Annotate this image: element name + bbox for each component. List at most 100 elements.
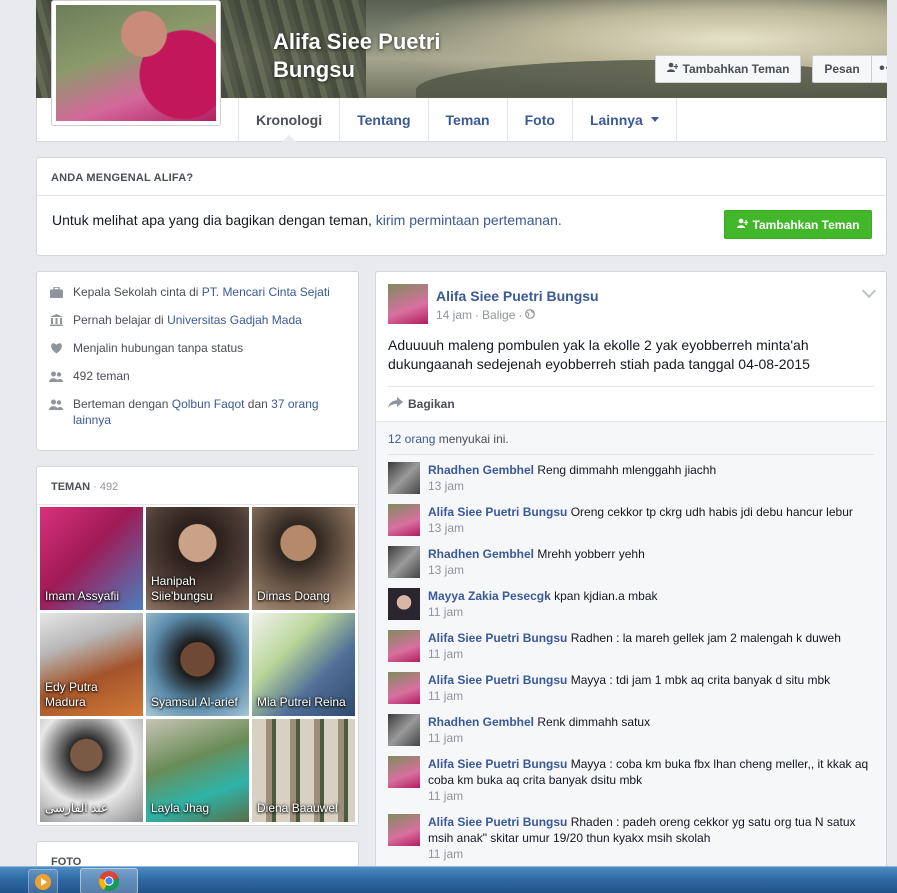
comment-author[interactable]: Mayya Zakia Pesecgk	[428, 589, 551, 603]
friend-tile[interactable]: Dimas Doang	[252, 507, 355, 610]
heart-icon	[49, 341, 63, 355]
add-friend-button[interactable]: Tambahkan Teman	[655, 55, 801, 83]
comment-avatar[interactable]	[388, 504, 420, 536]
mutual-friend-link[interactable]: Qolbun Faqot	[172, 397, 245, 411]
post-text: Aduuuuh maleng pombulen yak la ekolle 2 …	[388, 337, 810, 372]
likes-summary: 12 orang menyukai ini.	[388, 432, 509, 446]
chrome-icon[interactable]	[80, 868, 138, 893]
intro-friends-count-text: 492 teman	[73, 369, 130, 383]
add-friend-green-button[interactable]: Tambahkan Teman	[724, 210, 872, 239]
windows-taskbar	[0, 866, 897, 893]
comment-time[interactable]: 13 jam	[428, 478, 874, 494]
likes-suffix: menyukai ini.	[435, 432, 509, 446]
likes-people-link[interactable]: 12 orang	[388, 432, 435, 446]
comment-author[interactable]: Rhadhen Gembhel	[428, 547, 534, 561]
tab-lainnya[interactable]: Lainnya	[573, 98, 677, 141]
comment-avatar[interactable]	[388, 672, 420, 704]
tab-teman[interactable]: Teman	[429, 98, 508, 141]
school-icon	[49, 313, 63, 327]
comment-avatar[interactable]	[388, 630, 420, 662]
comment-time[interactable]: 13 jam	[428, 562, 874, 578]
divider	[37, 504, 358, 505]
comment: Mayya Zakia Pesecgk kpan kjdian.a mbak 11…	[388, 588, 874, 630]
comment-author[interactable]: Rhadhen Gembhel	[428, 463, 534, 477]
add-friend-icon	[666, 62, 679, 76]
friend-tile[interactable]: Hanipah Siie'bungsu	[146, 507, 249, 610]
briefcase-icon	[49, 285, 63, 299]
more-options-button[interactable]: •••	[871, 55, 887, 83]
friend-name: Diena Baauwel	[257, 801, 338, 815]
comment-time[interactable]: 11 jam	[428, 688, 874, 704]
friend-tile[interactable]: عبد الفارسى	[40, 719, 143, 822]
globe-icon[interactable]	[525, 308, 536, 322]
friend-name: Imam Assyafii	[45, 589, 120, 603]
friend-tile[interactable]: Imam Assyafii	[40, 507, 143, 610]
comment-avatar[interactable]	[388, 814, 420, 846]
comment-author[interactable]: Rhadhen Gembhel	[428, 715, 534, 729]
tab-kronologi[interactable]: Kronologi	[239, 98, 341, 142]
comment-avatar[interactable]	[388, 462, 420, 494]
intro-work-prefix: Kepala Sekolah cinta di	[73, 285, 202, 299]
comment-text: Renk dimmahh satux	[537, 715, 651, 729]
comment-author[interactable]: Alifa Siee Puetri Bungsu	[428, 631, 567, 645]
mutual-friends-icon	[49, 397, 63, 411]
comment-time[interactable]: 11 jam	[428, 846, 874, 862]
tab-tentang[interactable]: Tentang	[340, 98, 429, 141]
friend-tile[interactable]: Diena Baauwel	[252, 719, 355, 822]
profile-picture[interactable]	[51, 0, 221, 126]
comment-avatar[interactable]	[388, 588, 420, 620]
know-prompt-card: ANDA MENGENAL ALIFA? Untuk melihat apa y…	[36, 157, 887, 256]
send-friend-request-link[interactable]: kirim permintaan pertemanan.	[376, 212, 562, 228]
post-options-chevron-icon[interactable]	[861, 283, 877, 299]
post-author-name[interactable]: Alifa Siee Puetri Bungsu	[436, 288, 599, 304]
comment-author[interactable]: Alifa Siee Puetri Bungsu	[428, 505, 567, 519]
media-player-icon[interactable]	[28, 869, 58, 893]
chevron-down-icon	[650, 117, 659, 122]
workplace-link[interactable]: PT. Mencari Cinta Sejati	[202, 285, 330, 299]
post-author-avatar[interactable]	[388, 284, 428, 324]
comment-time[interactable]: 11 jam	[428, 646, 874, 662]
comment-text: Oreng cekkor tp ckrg udh habis jdi debu …	[570, 505, 853, 519]
comment-text: kpan kjdian.a mbak	[554, 589, 658, 603]
meta-separator: ·	[475, 308, 480, 322]
friend-tile[interactable]: Mia Putrei Reina	[252, 613, 355, 716]
comment-author[interactable]: Alifa Siee Puetri Bungsu	[428, 757, 567, 771]
know-prompt-title: ANDA MENGENAL ALIFA?	[51, 172, 194, 184]
intro-mutual-prefix: Berteman dengan	[73, 397, 172, 411]
tab-foto[interactable]: Foto	[508, 98, 573, 141]
profile-name[interactable]: Alifa Siee Puetri Bungsu	[273, 28, 493, 84]
friend-tile[interactable]: Edy Putra Madura	[40, 613, 143, 716]
intro-work: Kepala Sekolah cinta di PT. Mencari Cint…	[49, 284, 346, 300]
share-button[interactable]: Bagikan	[388, 396, 455, 412]
know-prompt-text: Untuk melihat apa yang dia bagikan denga…	[52, 212, 562, 228]
post-time[interactable]: 14 jam	[436, 308, 472, 322]
share-arrow-icon	[388, 397, 403, 411]
comment-text: Mrehh yobberr yehh	[537, 547, 645, 561]
profile-tabs: Kronologi Tentang Teman Foto Lainnya	[238, 98, 677, 142]
post-place[interactable]: Balige	[482, 308, 515, 322]
comment: Alifa Siee Puetri Bungsu Mayya : coba km…	[388, 756, 874, 814]
comment-author[interactable]: Alifa Siee Puetri Bungsu	[428, 815, 567, 829]
comment-author[interactable]: Alifa Siee Puetri Bungsu	[428, 673, 567, 687]
comment: Rhadhen Gembhel Renk dimmahh satux 11 jam	[388, 714, 874, 756]
comment: Rhadhen Gembhel Reng dimmahh mlenggahh j…	[388, 462, 874, 504]
friend-tile[interactable]: Syamsul Al-arief	[146, 613, 249, 716]
friend-name: Dimas Doang	[257, 589, 330, 603]
comment: Alifa Siee Puetri Bungsu Oreng cekkor tp…	[388, 504, 874, 546]
profile-picture-image	[56, 5, 216, 121]
university-link[interactable]: Universitas Gadjah Mada	[167, 313, 302, 327]
comment-avatar[interactable]	[388, 756, 420, 788]
comment-time[interactable]: 13 jam	[428, 520, 874, 536]
meta-separator: ·	[518, 308, 523, 322]
friends-title[interactable]: TEMAN · 492	[51, 481, 118, 493]
comment-avatar[interactable]	[388, 714, 420, 746]
comment-time[interactable]: 11 jam	[428, 604, 874, 620]
comment-avatar[interactable]	[388, 546, 420, 578]
message-button[interactable]: Pesan	[812, 55, 871, 83]
comment: Rhadhen Gembhel Mrehh yobberr yehh 13 jam	[388, 546, 874, 588]
comment-time[interactable]: 11 jam	[428, 788, 874, 804]
comment-text: Mayya : tdi jam 1 mbk aq crita banyak d …	[570, 673, 831, 687]
comment-time[interactable]: 11 jam	[428, 730, 874, 746]
friend-tile[interactable]: Layla Jhag	[146, 719, 249, 822]
friends-grid: Imam Assyafii Hanipah Siie'bungsu Dimas …	[40, 507, 356, 822]
